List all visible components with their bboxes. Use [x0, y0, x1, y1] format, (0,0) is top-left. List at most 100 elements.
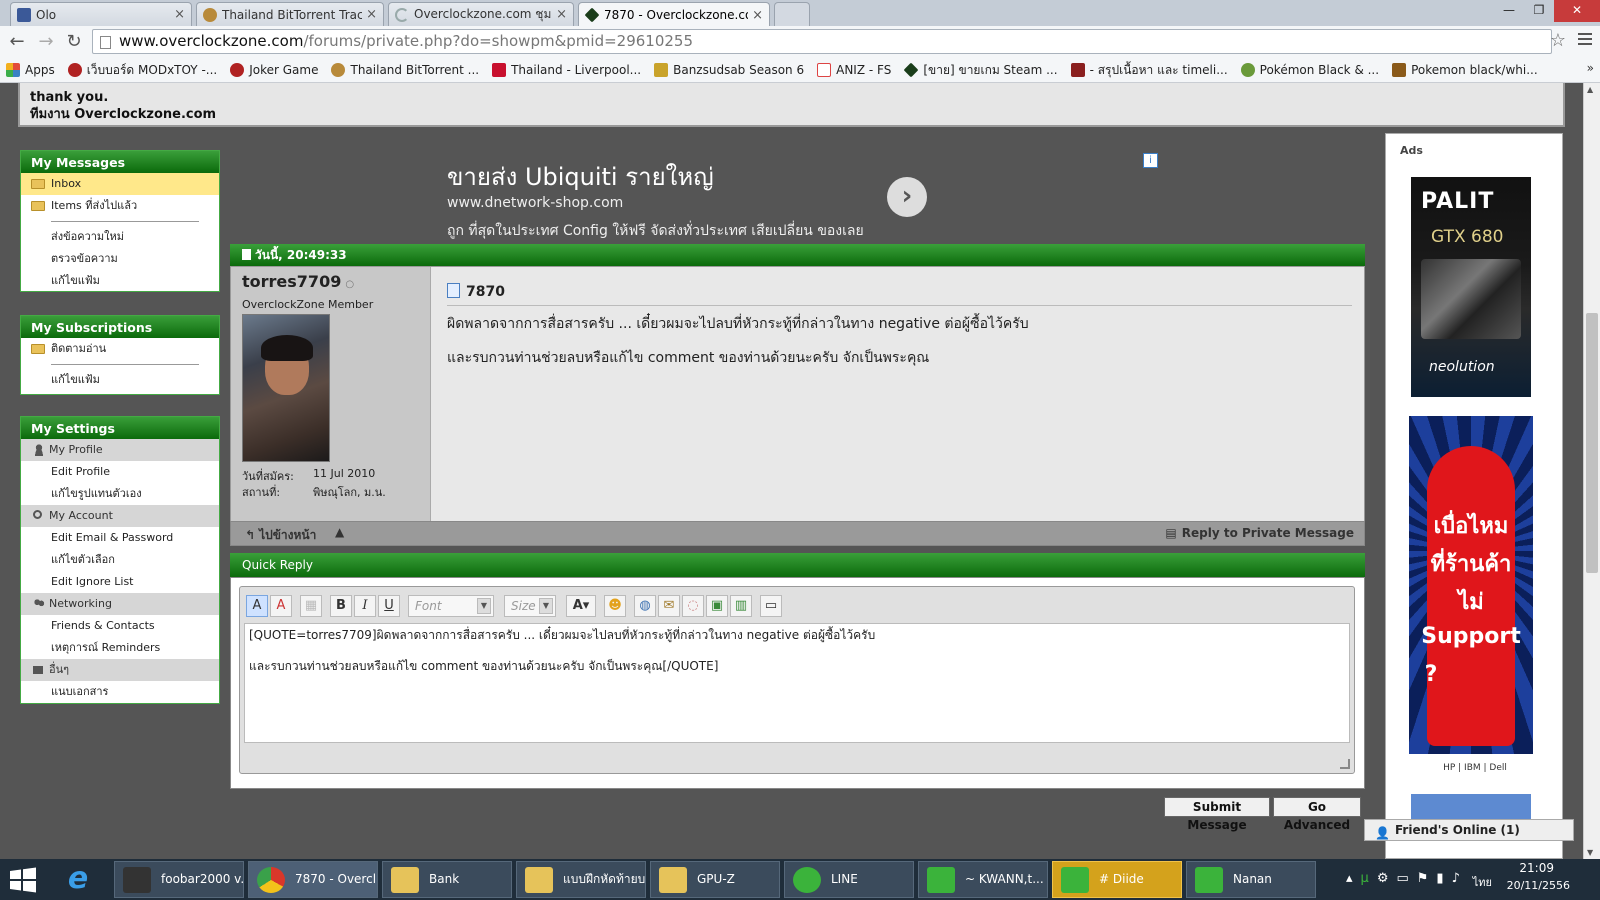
network-tray-icon[interactable]: ▮	[1436, 871, 1443, 886]
bookmark-aniz[interactable]: ANIZ - FS	[817, 63, 891, 77]
smiley-icon[interactable]: ☻	[604, 595, 626, 617]
tab-7870-overclockzone[interactable]: 7870 - Overclockzone.com ×	[578, 2, 770, 27]
email-icon[interactable]: ✉	[658, 595, 680, 617]
tab-olo[interactable]: Olo ×	[10, 2, 192, 26]
go-advanced-button[interactable]: Go Advanced	[1273, 797, 1361, 832]
ad-title[interactable]: ขายส่ง Ubiquiti รายใหญ่	[447, 157, 714, 196]
bookmark-liverpool[interactable]: Thailand - Liverpool...	[492, 63, 641, 77]
bookmark-pokemon-1[interactable]: Pokémon Black & ...	[1240, 63, 1379, 77]
sidebar-item-edit-subscription-folders[interactable]: แก้ไขแฟ้ม	[21, 369, 219, 391]
font-select[interactable]: Font ▼	[408, 595, 494, 617]
switch-mode-icon[interactable]: A	[246, 595, 268, 617]
bookmark-steam-sale[interactable]: [ขาย] ขายเกม Steam ...	[903, 61, 1058, 80]
page-scrollbar[interactable]: ▲ ▼	[1583, 83, 1600, 859]
volume-tray-icon[interactable]: ♪	[1452, 871, 1460, 886]
remove-format-icon[interactable]: A	[270, 595, 292, 617]
close-icon[interactable]: ×	[174, 7, 185, 22]
menu-icon[interactable]	[1578, 33, 1592, 47]
paste-icon[interactable]: ▦	[300, 595, 322, 617]
taskbar-item-diide[interactable]: # Diide	[1052, 861, 1182, 898]
start-button[interactable]	[8, 867, 38, 893]
underline-icon[interactable]: U	[378, 595, 400, 617]
ad-url[interactable]: www.dnetwork-shop.com	[447, 195, 623, 211]
sidebar-item-edit-folders[interactable]: แก้ไขแฟ้ม	[21, 270, 219, 292]
taskbar-item-kwann[interactable]: ~ KWANN,t...	[918, 861, 1048, 898]
bookmark-apps[interactable]: Apps	[6, 63, 55, 77]
internet-explorer-icon[interactable]: e	[60, 863, 96, 897]
bookmark-summary-timeline[interactable]: - สรุปเนื้อหา และ timeli...	[1070, 61, 1228, 80]
back-icon[interactable]: ←	[7, 33, 27, 53]
post-username[interactable]: torres7709 ○	[242, 272, 354, 291]
submit-message-button[interactable]: Submit Message	[1164, 797, 1270, 832]
bookmarks-overflow-icon[interactable]: »	[1587, 61, 1594, 75]
avatar[interactable]	[242, 314, 330, 462]
video-icon[interactable]: ▥	[730, 595, 752, 617]
window-close-icon[interactable]: ✕	[1554, 0, 1600, 22]
bookmark-thailand-bittorrent[interactable]: Thailand BitTorrent ...	[331, 63, 479, 77]
language-indicator[interactable]: ไทย	[1473, 873, 1492, 891]
ad-arrow-button[interactable]: ›	[887, 177, 927, 217]
sidebar-item-track-messages[interactable]: ตรวจข้อความ	[21, 248, 219, 270]
bookmark-pokemon-2[interactable]: Pokemon black/whi...	[1392, 63, 1538, 77]
sidebar-item-edit-ignore-list[interactable]: Edit Ignore List	[21, 571, 219, 593]
friends-online-bar[interactable]: 👤 Friend's Online (1)	[1364, 819, 1574, 841]
resize-handle-icon[interactable]	[1340, 759, 1350, 769]
minimize-icon[interactable]: —	[1494, 0, 1524, 22]
sidebar-item-attachments[interactable]: แนบเอกสาร	[21, 681, 219, 703]
new-tab-button[interactable]	[774, 2, 810, 26]
tray-overflow-icon[interactable]: ▴	[1346, 871, 1353, 886]
reply-link[interactable]: ▤ Reply to Private Message	[1165, 526, 1354, 540]
forward-icon[interactable]: →	[36, 33, 56, 53]
bold-icon[interactable]: B	[330, 595, 352, 617]
sidebar-item-friends-contacts[interactable]: Friends & Contacts	[21, 615, 219, 637]
link-icon[interactable]: ◍	[634, 595, 656, 617]
close-icon[interactable]: ×	[366, 7, 377, 22]
reload-icon[interactable]: ↻	[64, 33, 84, 53]
support-ad[interactable]: เบื่อไหม ที่ร้านค้า ไม่ Support ?	[1409, 416, 1533, 754]
image-icon[interactable]: ▣	[706, 595, 728, 617]
maximize-icon[interactable]: ❐	[1524, 0, 1554, 22]
taskbar-item-line[interactable]: LINE	[784, 861, 914, 898]
clock-time[interactable]: 21:09	[1519, 861, 1554, 875]
sidebar-item-edit-email-password[interactable]: Edit Email & Password	[21, 527, 219, 549]
scroll-up-icon[interactable]: ▲	[1587, 85, 1593, 94]
tab-overclockzone-community[interactable]: Overclockzone.com ชุมชน ×	[388, 2, 574, 26]
scrollbar-thumb[interactable]	[1586, 313, 1598, 573]
steam-tray-icon[interactable]: ⚙	[1377, 871, 1389, 886]
text-color-icon[interactable]: A▾	[566, 595, 596, 617]
taskbar-item-nanan[interactable]: Nanan	[1186, 861, 1316, 898]
close-icon[interactable]: ×	[556, 7, 567, 22]
palit-ad[interactable]: PALIT GTX 680 neolution	[1411, 177, 1531, 397]
utorrent-tray-icon[interactable]: µ	[1361, 871, 1369, 886]
sidebar-item-new-message[interactable]: ส่งข้อความใหม่	[21, 226, 219, 248]
taskbar-item-exercises[interactable]: แบบฝึกหัดท้ายบท	[516, 861, 646, 898]
bookmark-star-icon[interactable]: ☆	[1550, 30, 1566, 51]
taskbar-item-chrome[interactable]: 7870 - Overcl...	[248, 861, 378, 898]
taskbar-item-gpuz[interactable]: GPU-Z	[650, 861, 780, 898]
bookmark-modxtoy[interactable]: เว็บบอร์ด MODxTOY -...	[67, 61, 217, 80]
display-tray-icon[interactable]: ▭	[1396, 871, 1408, 886]
taskbar-item-foobar[interactable]: foobar2000 v...	[114, 861, 244, 898]
unlink-icon[interactable]: ◌	[682, 595, 704, 617]
quote-icon[interactable]: ▭	[760, 595, 782, 617]
sidebar-item-edit-avatar[interactable]: แก้ไขรูปแทนตัวเอง	[21, 483, 219, 505]
clock-date[interactable]: 20/11/2556	[1507, 879, 1570, 892]
address-bar[interactable]: www.overclockzone.com/forums/private.php…	[92, 29, 1552, 54]
taskbar-item-bank[interactable]: Bank	[382, 861, 512, 898]
sidebar-item-reminders[interactable]: เหตุการณ์ Reminders	[21, 637, 219, 659]
close-icon[interactable]: ×	[752, 8, 763, 23]
flag-tray-icon[interactable]: ⚑	[1417, 871, 1429, 886]
report-icon[interactable]: ▲	[335, 525, 344, 539]
sidebar-item-sent[interactable]: Items ที่ส่งไปแล้ว	[21, 195, 219, 217]
italic-icon[interactable]: I	[354, 595, 376, 617]
scroll-down-icon[interactable]: ▼	[1587, 848, 1593, 857]
forward-link[interactable]: ↰ ไปข้างหน้า	[245, 526, 316, 545]
bookmark-banzsudsab[interactable]: Banzsudsab Season 6	[654, 63, 804, 77]
sidebar-item-edit-options[interactable]: แก้ไขตัวเลือก	[21, 549, 219, 571]
message-textarea[interactable]: [QUOTE=torres7709]ผิดพลาดจากการสื่อสารคร…	[244, 623, 1350, 743]
bookmark-joker-game[interactable]: Joker Game	[230, 63, 318, 77]
sidebar-item-edit-profile[interactable]: Edit Profile	[21, 461, 219, 483]
size-select[interactable]: Size ▼	[504, 595, 556, 617]
tab-thailand-bittorrent[interactable]: Thailand BitTorrent Track ×	[196, 2, 384, 26]
sidebar-item-subscribed[interactable]: ติดตามอ่าน	[21, 338, 219, 360]
